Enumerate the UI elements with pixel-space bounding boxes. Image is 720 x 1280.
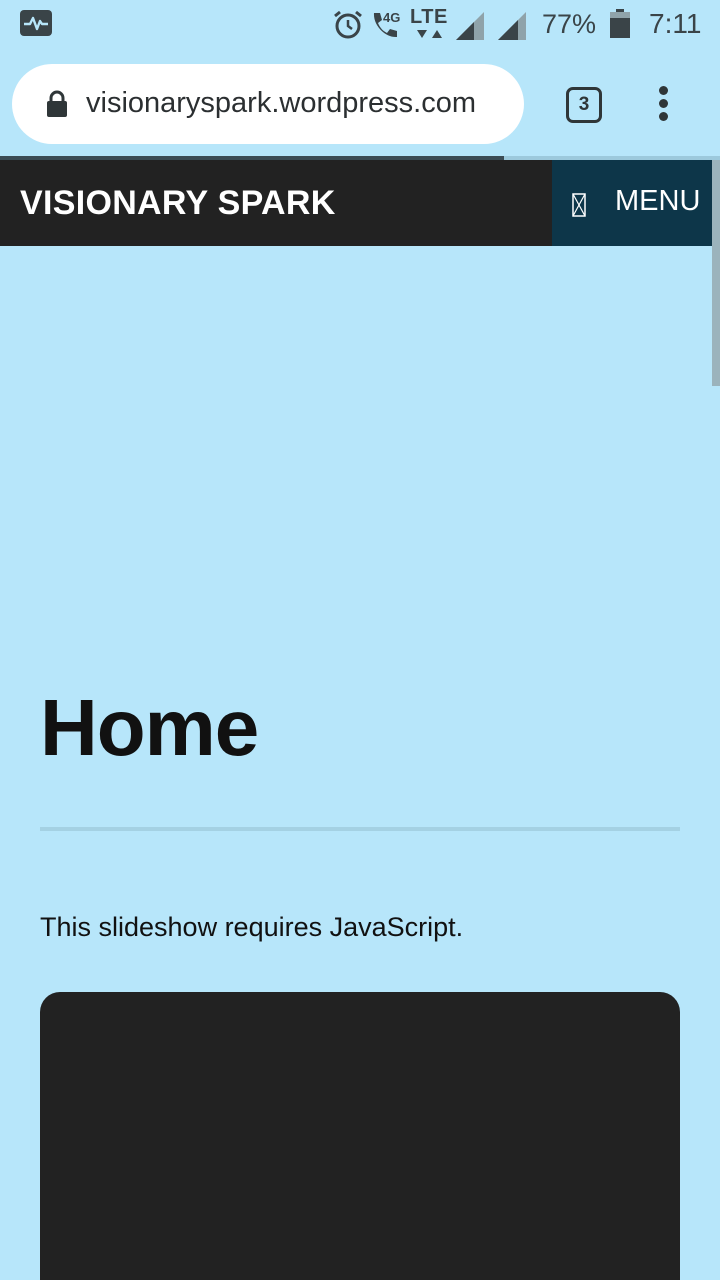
page-title: Home bbox=[40, 683, 259, 772]
menu-label: MENU bbox=[615, 185, 701, 217]
alarm-icon bbox=[334, 10, 362, 39]
slideshow[interactable] bbox=[40, 992, 680, 1280]
signal-icon bbox=[456, 12, 484, 40]
lock-icon bbox=[47, 90, 67, 117]
activity-icon bbox=[20, 10, 52, 36]
tab-switcher-button[interactable]: 3 bbox=[566, 87, 602, 123]
address-bar[interactable]: visionaryspark.wordpress.com bbox=[12, 64, 524, 144]
battery-percent: 77% bbox=[542, 9, 597, 39]
battery-icon bbox=[610, 9, 630, 38]
divider bbox=[40, 827, 680, 831]
menu-icon bbox=[572, 193, 586, 217]
scrollbar[interactable] bbox=[712, 160, 720, 386]
menu-button[interactable]: MENU bbox=[552, 160, 712, 246]
network-lte-label: LTE bbox=[410, 6, 448, 28]
network-4g-label: 4G bbox=[383, 10, 401, 25]
status-bar: 4G LTE 77% 7:11 bbox=[0, 0, 720, 50]
site-header: VISIONARY SPARK MENU bbox=[0, 160, 720, 246]
site-title[interactable]: VISIONARY SPARK bbox=[20, 184, 336, 223]
url-text[interactable]: visionaryspark.wordpress.com bbox=[86, 87, 518, 121]
data-activity-icon bbox=[417, 30, 442, 38]
slideshow-notice: This slideshow requires JavaScript. bbox=[40, 912, 464, 942]
overflow-menu-icon[interactable] bbox=[658, 86, 670, 122]
clock: 7:11 bbox=[649, 8, 702, 39]
signal-icon bbox=[498, 12, 526, 40]
